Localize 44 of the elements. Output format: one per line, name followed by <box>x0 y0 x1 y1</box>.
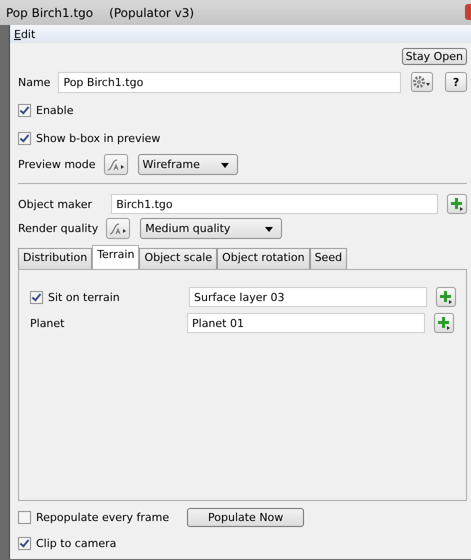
gear-icon <box>412 75 432 89</box>
show-bbox-label: Show b-box in preview <box>36 132 160 144</box>
tab[interactable]: Distribution <box>18 248 92 269</box>
curve-icon <box>106 158 126 172</box>
curve-button[interactable] <box>106 218 130 239</box>
tab[interactable]: Object rotation <box>217 248 310 269</box>
curve-button[interactable] <box>104 154 128 175</box>
show-bbox-checkbox[interactable] <box>18 132 31 144</box>
render-quality-dropdown[interactable]: Medium quality <box>140 218 282 239</box>
curve-icon <box>108 222 128 236</box>
stay-open-button[interactable]: Stay Open <box>402 48 467 64</box>
plus-icon <box>439 290 453 304</box>
settings-button[interactable] <box>411 72 434 92</box>
name-label: Name <box>18 76 50 88</box>
plus-icon <box>437 316 451 330</box>
plus-icon <box>450 197 464 211</box>
object-maker-label: Object maker <box>18 198 94 210</box>
repopulate-checkbox[interactable] <box>18 510 31 524</box>
preview-mode-dropdown[interactable]: Wireframe <box>138 154 238 175</box>
value-field[interactable]: Planet 01 <box>187 313 425 333</box>
checkbox[interactable] <box>30 290 43 304</box>
tab[interactable]: Object scale <box>139 248 218 269</box>
tab[interactable]: Seed <box>310 248 348 269</box>
help-button[interactable]: ? <box>445 72 467 92</box>
row-label: Sit on terrain <box>48 290 121 304</box>
clip-label: Clip to camera <box>36 536 116 550</box>
menu-item[interactable]: Edit <box>14 28 36 40</box>
clip-checkbox[interactable] <box>18 536 31 550</box>
object-maker-field[interactable]: Birch1.tgo <box>111 194 438 214</box>
repopulate-label: Repopulate every frame <box>36 510 170 524</box>
name-field[interactable]: Pop Birch1.tgo <box>58 72 402 92</box>
enable-label: Enable <box>36 104 74 116</box>
populate-now-button[interactable]: Populate Now <box>187 508 304 526</box>
preview-mode-label: Preview mode <box>18 158 96 171</box>
add-button[interactable] <box>447 194 467 214</box>
value-field[interactable]: Surface layer 03 <box>189 287 427 307</box>
row-label: Planet <box>30 316 66 330</box>
add-button[interactable] <box>434 313 454 333</box>
window-title: Pop Birch1.tgo <box>6 6 94 20</box>
render-quality-label: Render quality <box>18 222 98 235</box>
tab[interactable]: Terrain <box>92 245 140 269</box>
enable-checkbox[interactable] <box>18 104 31 116</box>
add-button[interactable] <box>436 287 456 307</box>
window-subtitle: (Populator v3) <box>109 6 194 20</box>
